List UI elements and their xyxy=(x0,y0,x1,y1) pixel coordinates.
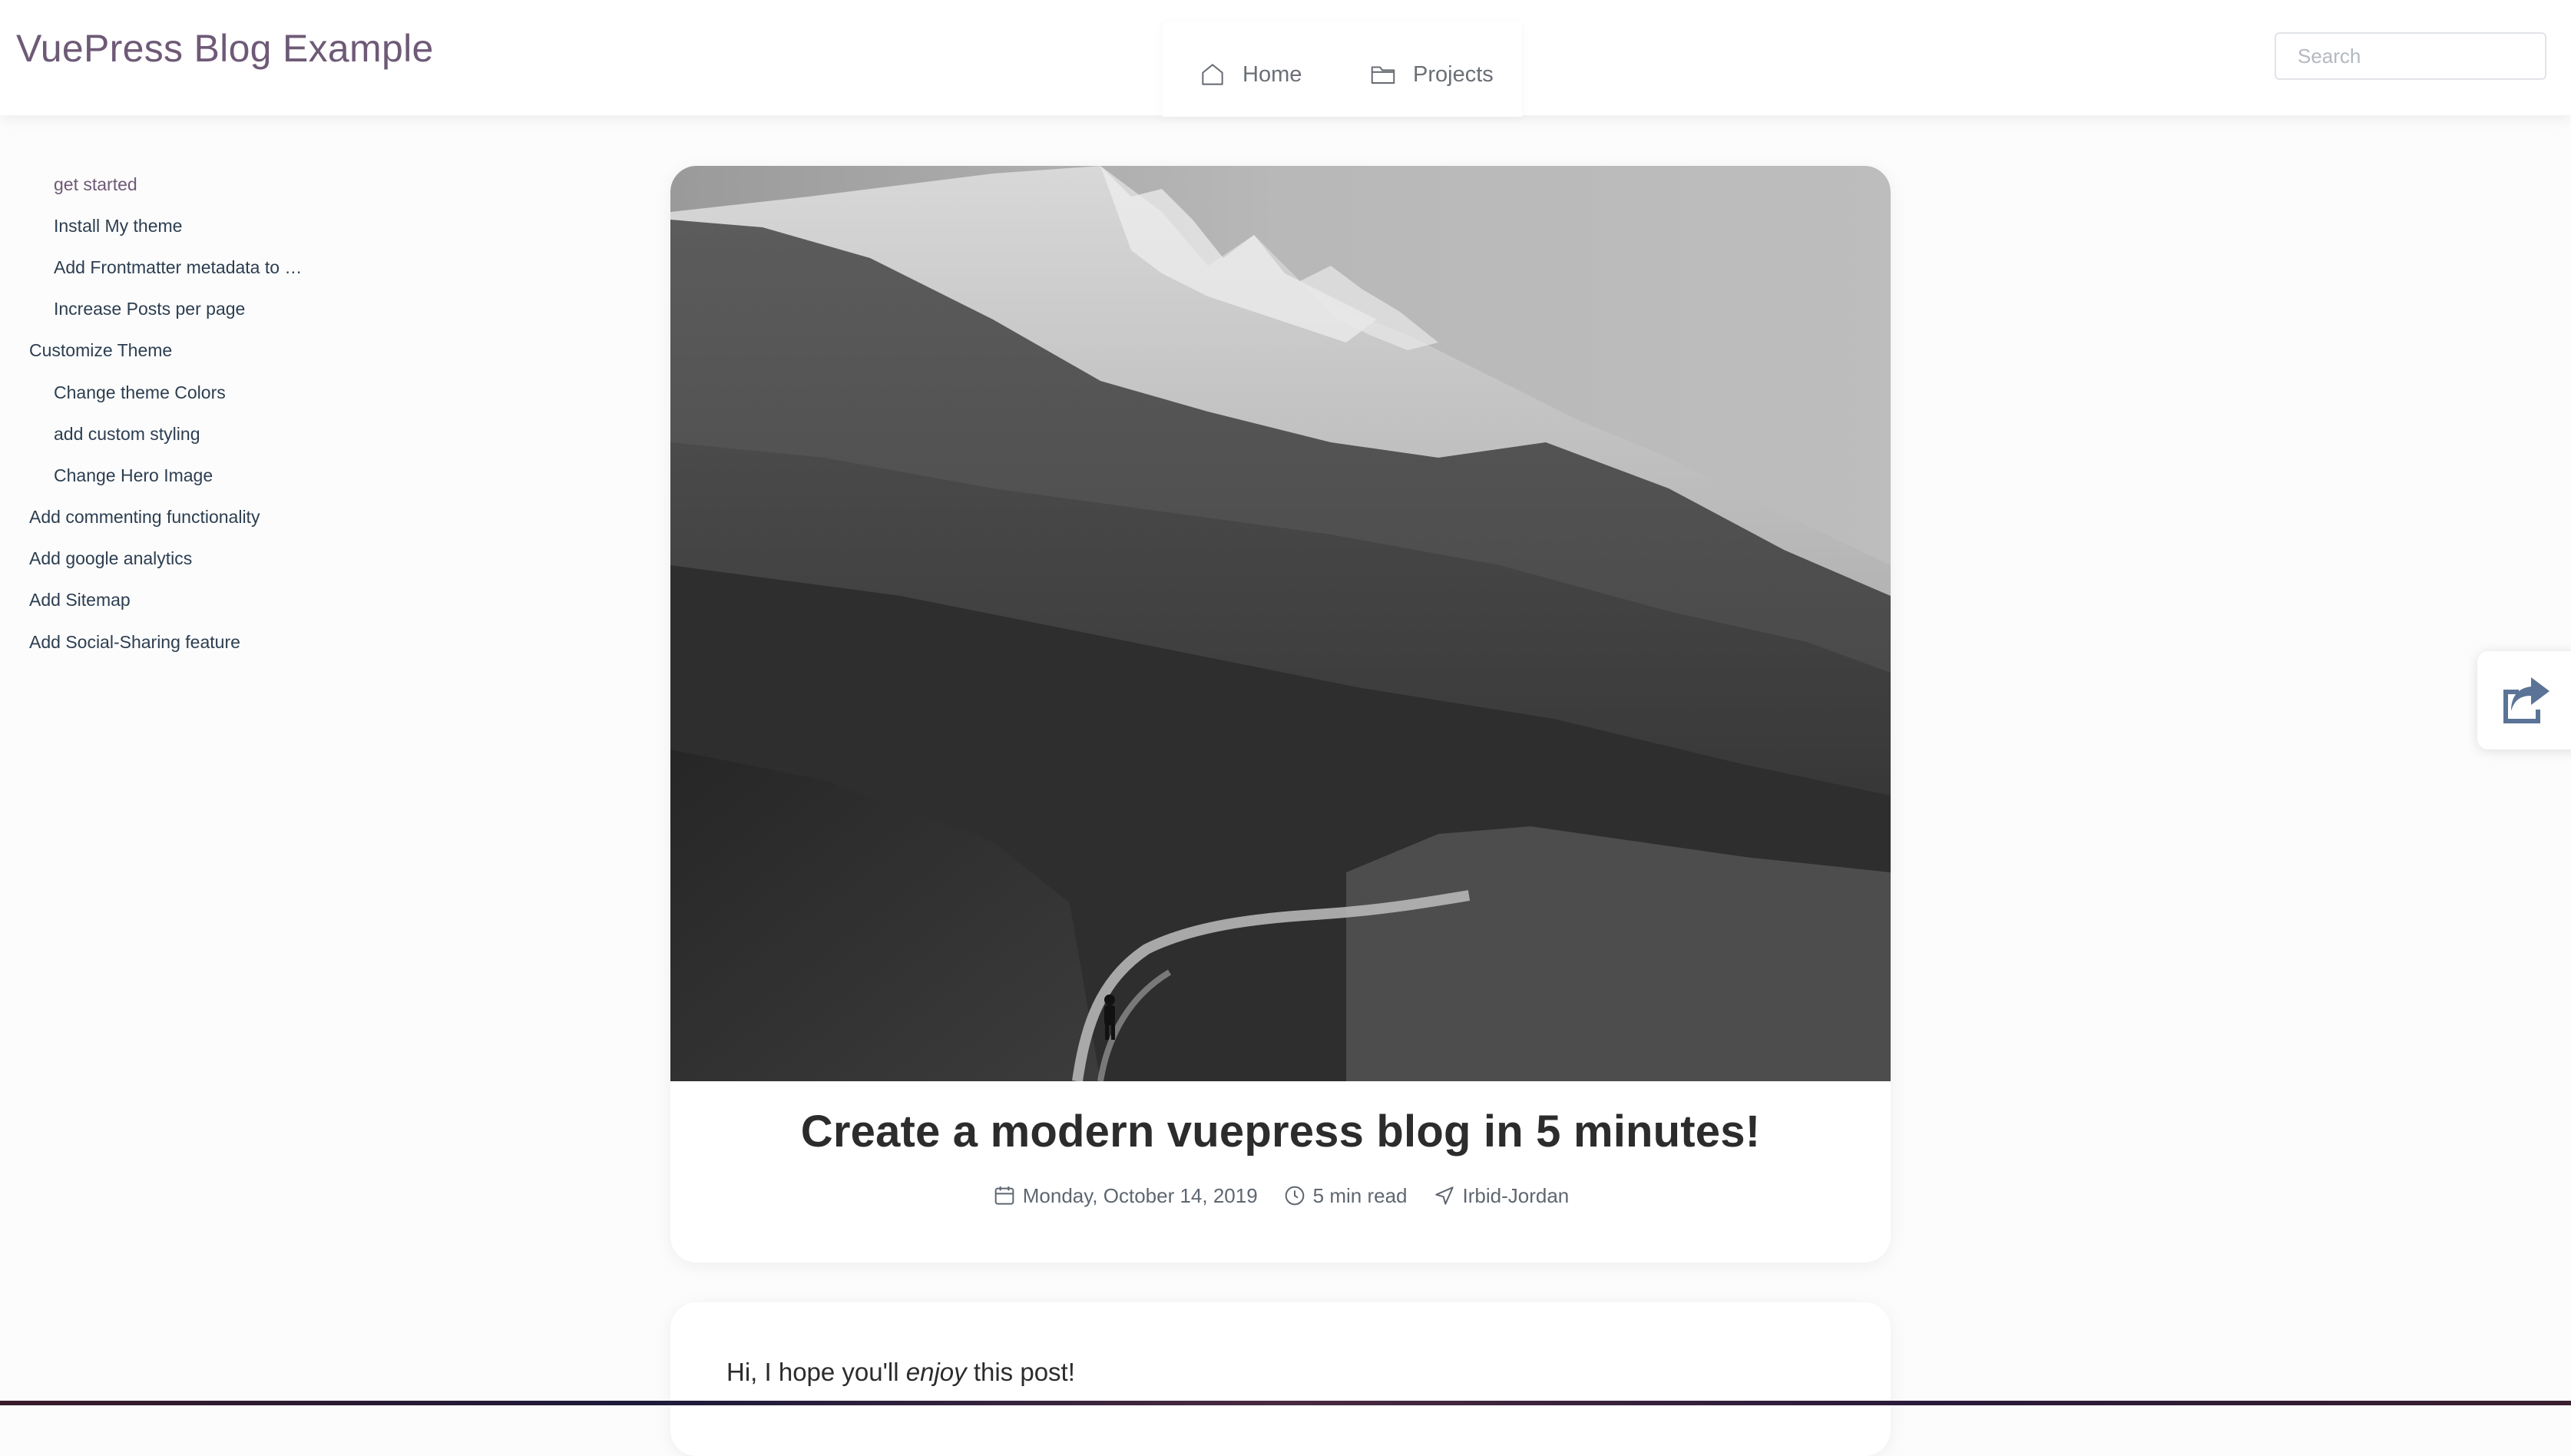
post-read-time-text: 5 min read xyxy=(1312,1183,1408,1207)
navbar: VuePress Blog Example Home Projects xyxy=(0,0,2571,117)
sidebar-item-change-hero-image[interactable]: Change Hero Image xyxy=(54,465,213,486)
intro-after: this post! xyxy=(966,1358,1075,1386)
sidebar-item-add-sitemap[interactable]: Add Sitemap xyxy=(29,590,131,611)
sidebar-item-add-social-sharing[interactable]: Add Social-Sharing feature xyxy=(29,632,240,653)
sidebar-item-add-frontmatter[interactable]: Add Frontmatter metadata to … xyxy=(54,257,302,278)
share-button[interactable] xyxy=(2477,651,2571,750)
post-content-card: Hi, I hope you'll enjoy this post! xyxy=(670,1302,1891,1456)
post-title: Create a modern vuepress blog in 5 minut… xyxy=(800,1107,1761,1157)
share-icon xyxy=(2503,677,2549,723)
sidebar-item-add-google-analytics[interactable]: Add google analytics xyxy=(29,548,192,569)
post-hero-card: Create a modern vuepress blog in 5 minut… xyxy=(670,166,1891,1262)
calendar-icon xyxy=(994,1186,1014,1205)
intro-before: Hi, I hope you'll xyxy=(726,1358,906,1386)
search-input[interactable] xyxy=(2275,32,2546,80)
nav-links: Home Projects xyxy=(1163,22,1522,117)
nav-projects-link[interactable]: Projects xyxy=(1368,55,1494,94)
site-title[interactable]: VuePress Blog Example xyxy=(16,26,434,71)
sidebar-item-add-custom-styling[interactable]: add custom styling xyxy=(54,424,200,445)
post-date: Monday, October 14, 2019 xyxy=(992,1183,1258,1208)
post-date-text: Monday, October 14, 2019 xyxy=(1022,1183,1258,1207)
sidebar-item-increase-posts[interactable]: Increase Posts per page xyxy=(54,299,245,319)
post-intro: Hi, I hope you'll enjoy this post! xyxy=(726,1358,1075,1387)
sidebar-item-change-theme-colors[interactable]: Change theme Colors xyxy=(54,382,226,403)
sidebar-item-install-theme[interactable]: Install My theme xyxy=(54,216,182,237)
home-icon xyxy=(1202,64,1223,85)
bottom-strip xyxy=(0,1401,2571,1405)
folder-icon xyxy=(1371,66,1395,84)
post-meta: Monday, October 14, 2019 5 min read Irbi… xyxy=(670,1183,1891,1208)
sidebar-item-add-commenting[interactable]: Add commenting functionality xyxy=(29,507,260,528)
sidebar-item-get-started[interactable]: get started xyxy=(54,174,137,195)
navigation-icon xyxy=(1434,1186,1454,1205)
post-location-text: Irbid-Jordan xyxy=(1462,1183,1570,1207)
intro-emphasis: enjoy xyxy=(905,1358,967,1386)
sidebar-item-customize-theme[interactable]: Customize Theme xyxy=(29,340,172,361)
clock-icon xyxy=(1285,1186,1305,1206)
nav-home-label: Home xyxy=(1242,61,1302,87)
nav-home-link[interactable]: Home xyxy=(1198,55,1302,94)
post-read-time: 5 min read xyxy=(1282,1183,1408,1208)
post-location: Irbid-Jordan xyxy=(1432,1183,1570,1208)
hero-image xyxy=(670,166,1891,1081)
nav-projects-label: Projects xyxy=(1413,61,1494,87)
